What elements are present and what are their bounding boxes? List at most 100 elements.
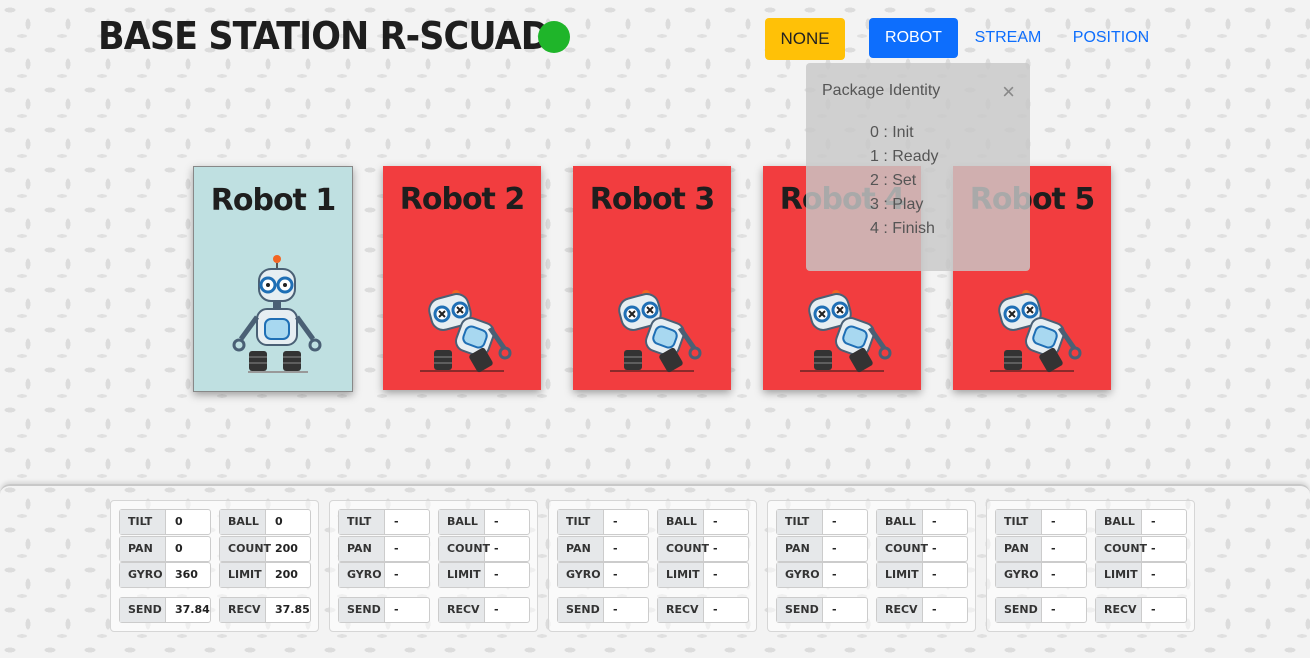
field-label: RECV — [220, 598, 266, 622]
limit-value: - — [494, 568, 499, 581]
none-button[interactable]: NONE — [765, 18, 845, 60]
tilt-value: 0 — [175, 515, 183, 528]
limit-value: - — [1151, 568, 1156, 581]
recv-field: RECV - — [1095, 597, 1187, 623]
field-label: TILT — [558, 510, 604, 534]
ball-value: - — [1151, 515, 1156, 528]
pan-value: 0 — [175, 542, 183, 555]
recv-value: - — [494, 603, 499, 616]
field-label: GYRO — [777, 563, 823, 587]
limit-value: - — [932, 568, 937, 581]
send-value: 37.84 — [175, 603, 210, 616]
count-value: - — [932, 542, 937, 555]
send-value: - — [394, 603, 399, 616]
field-label: PAN — [558, 537, 604, 561]
field-label: PAN — [777, 537, 823, 561]
nav-stream[interactable]: STREAM — [964, 18, 1052, 58]
send-field: SEND - — [776, 597, 868, 623]
broken-robot-icon — [990, 290, 1082, 373]
field-label: PAN — [996, 537, 1042, 561]
field-label: PAN — [120, 537, 166, 561]
robot-telemetry-panel-1: TILT 0 BALL 0 PAN 0 COUNT 200 GYRO 360 LIMIT 2… — [110, 500, 319, 632]
recv-field: RECV - — [657, 597, 749, 623]
package-identity-popover: Package Identity × 0 : Init 1 : Ready 2 … — [806, 63, 1030, 271]
count-value: - — [713, 542, 718, 555]
gyro-field: GYRO - — [557, 562, 649, 588]
field-label: RECV — [1096, 598, 1142, 622]
tilt-field: TILT - — [776, 509, 868, 535]
gyro-value: - — [613, 568, 618, 581]
package-identity-list: 0 : Init 1 : Ready 2 : Set 3 : Play 4 : … — [870, 121, 938, 241]
send-field: SEND 37.84 — [119, 597, 211, 623]
robot-card-1[interactable]: Robot 1 — [193, 166, 353, 392]
tilt-field: TILT - — [338, 509, 430, 535]
robot-telemetry-panel-2: TILT - BALL - PAN - COUNT - GYRO - LIMIT - SEN… — [329, 500, 538, 632]
ball-value: - — [932, 515, 937, 528]
nav-robot[interactable]: ROBOT — [869, 18, 958, 58]
connection-status-indicator — [538, 21, 570, 53]
list-item: 3 : Play — [870, 196, 924, 213]
send-field: SEND - — [557, 597, 649, 623]
list-item: 2 : Set — [870, 172, 917, 189]
limit-field: LIMIT - — [657, 562, 749, 588]
recv-value: - — [1151, 603, 1156, 616]
send-value: - — [613, 603, 618, 616]
tilt-value: - — [394, 515, 399, 528]
limit-field: LIMIT - — [438, 562, 530, 588]
tilt-value: - — [613, 515, 618, 528]
count-field: COUNT - — [1095, 536, 1187, 562]
ball-field: BALL - — [876, 509, 968, 535]
field-label: BALL — [220, 510, 266, 534]
robot-card-title: Robot 1 — [210, 183, 336, 218]
robot-telemetry-panel-3: TILT - BALL - PAN - COUNT - GYRO - LIMIT - SEN… — [548, 500, 757, 632]
field-label: TILT — [120, 510, 166, 534]
field-label: RECV — [877, 598, 923, 622]
recv-value: 37.85 — [275, 603, 310, 616]
ball-value: 0 — [275, 515, 283, 528]
field-label: GYRO — [120, 563, 166, 587]
limit-field: LIMIT - — [1095, 562, 1187, 588]
count-field: COUNT - — [438, 536, 530, 562]
field-label: RECV — [658, 598, 704, 622]
broken-robot-icon — [420, 290, 512, 373]
field-label: LIMIT — [658, 563, 704, 587]
nav-position[interactable]: POSITION — [1062, 18, 1160, 58]
tilt-field: TILT 0 — [119, 509, 211, 535]
limit-value: 200 — [275, 568, 298, 581]
close-icon[interactable]: × — [1002, 79, 1015, 105]
list-item: 1 : Ready — [870, 148, 939, 165]
popover-title: Package Identity — [822, 82, 941, 99]
field-label: GYRO — [558, 563, 604, 587]
field-label: SEND — [120, 598, 166, 622]
ball-field: BALL - — [657, 509, 749, 535]
robot-card-2[interactable]: Robot 2 — [383, 166, 541, 390]
field-label: TILT — [339, 510, 385, 534]
gyro-field: GYRO - — [776, 562, 868, 588]
field-label: RECV — [439, 598, 485, 622]
field-label: GYRO — [996, 563, 1042, 587]
tilt-value: - — [1051, 515, 1056, 528]
field-label: GYRO — [339, 563, 385, 587]
count-value: - — [1151, 542, 1156, 555]
pan-field: PAN - — [338, 536, 430, 562]
count-field: COUNT - — [657, 536, 749, 562]
gyro-value: 360 — [175, 568, 198, 581]
list-item: 4 : Finish — [870, 220, 935, 237]
ball-value: - — [494, 515, 499, 528]
pan-field: PAN - — [557, 536, 649, 562]
field-label: SEND — [558, 598, 604, 622]
field-label: LIMIT — [1096, 563, 1142, 587]
ball-field: BALL - — [438, 509, 530, 535]
gyro-value: - — [1051, 568, 1056, 581]
gyro-value: - — [832, 568, 837, 581]
list-item: 0 : Init — [870, 124, 914, 141]
field-label: PAN — [339, 537, 385, 561]
pan-field: PAN 0 — [119, 536, 211, 562]
robot-card-3[interactable]: Robot 3 — [573, 166, 731, 390]
gyro-field: GYRO 360 — [119, 562, 211, 588]
robot-card-title: Robot 2 — [399, 182, 525, 217]
tilt-field: TILT - — [995, 509, 1087, 535]
standing-robot-icon — [232, 255, 322, 373]
field-label: BALL — [877, 510, 923, 534]
send-value: - — [1051, 603, 1056, 616]
